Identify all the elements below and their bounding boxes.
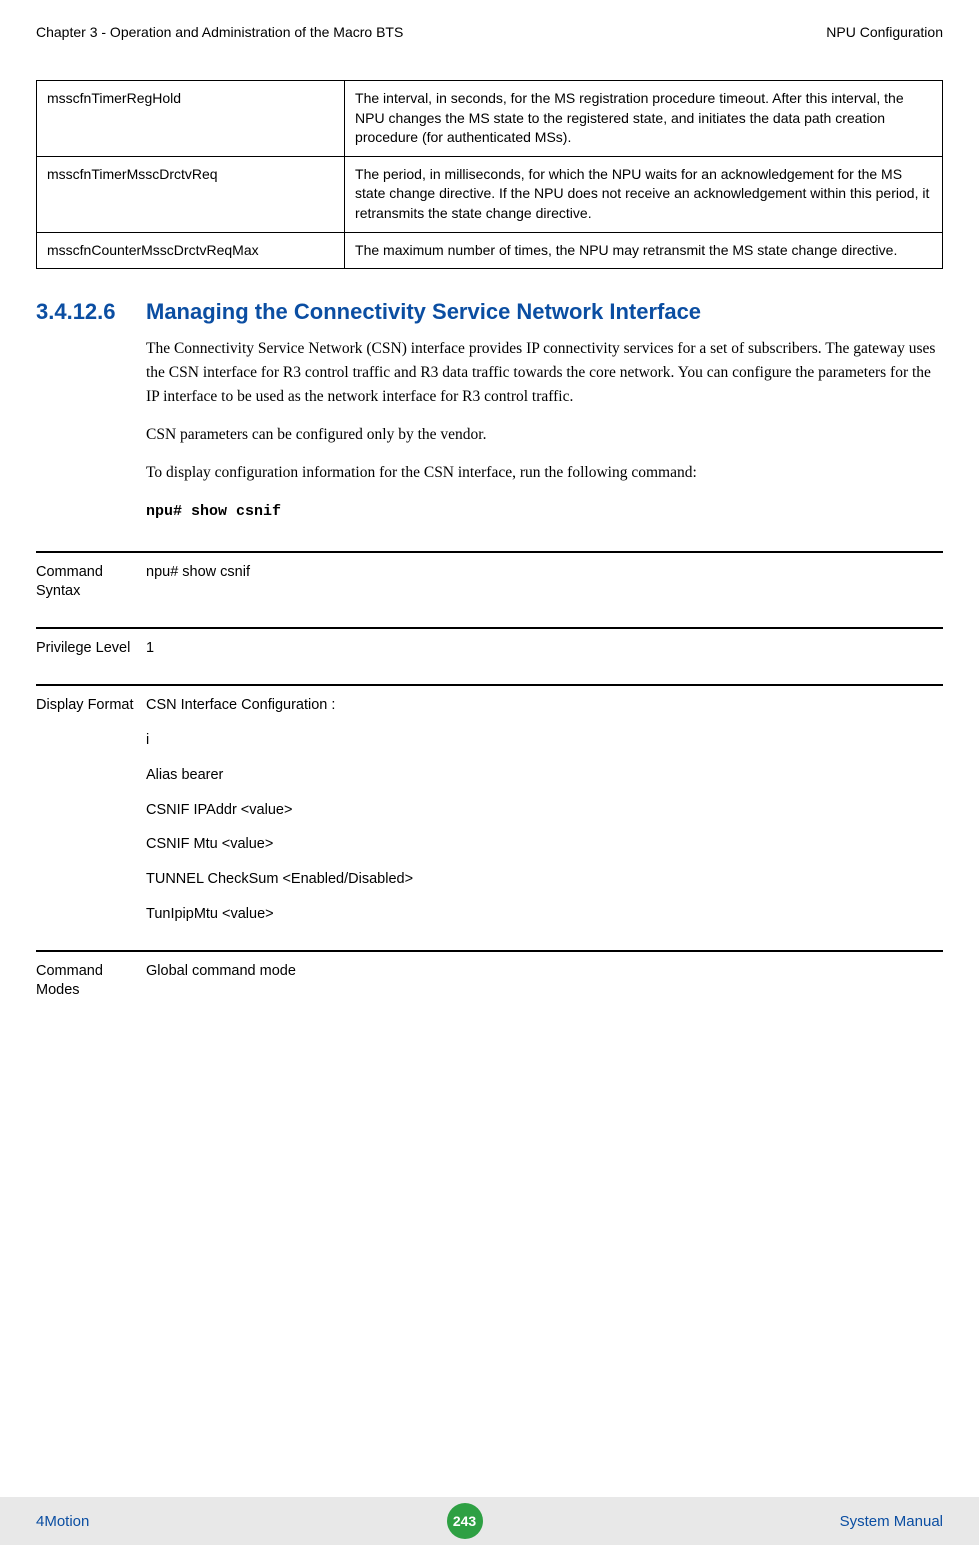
param-name: msscfnTimerMsscDrctvReq: [37, 156, 345, 232]
display-line: CSN Interface Configuration :: [146, 696, 413, 715]
page-number-badge: 243: [447, 1503, 483, 1539]
display-line: CSNIF Mtu <value>: [146, 835, 413, 854]
page-container: Chapter 3 - Operation and Administration…: [0, 0, 979, 1545]
display-line: Alias bearer: [146, 766, 413, 785]
command-line: npu# show csnif: [146, 499, 943, 523]
command-modes-row: Command Modes Global command mode: [36, 950, 943, 1000]
info-content: npu# show csnif: [146, 563, 250, 601]
command-syntax-row: Command Syntax npu# show csnif: [36, 551, 943, 601]
section-heading: 3.4.12.6 Managing the Connectivity Servi…: [36, 299, 943, 325]
paragraph: CSN parameters can be configured only by…: [146, 423, 943, 447]
display-format-row: Display Format CSN Interface Configurati…: [36, 684, 943, 924]
page-header: Chapter 3 - Operation and Administration…: [36, 24, 943, 40]
page-footer: 4Motion 243 System Manual: [0, 1497, 979, 1545]
header-right: NPU Configuration: [826, 24, 943, 40]
table-row: msscfnTimerRegHold The interval, in seco…: [37, 81, 943, 157]
info-label: Privilege Level: [36, 639, 146, 658]
footer-right: System Manual: [840, 1513, 943, 1530]
footer-left: 4Motion: [36, 1513, 89, 1530]
info-label: Command Syntax: [36, 563, 146, 601]
section-title: Managing the Connectivity Service Networ…: [146, 299, 701, 325]
paragraph: The Connectivity Service Network (CSN) i…: [146, 337, 943, 409]
info-block: Command Syntax npu# show csnif Privilege…: [36, 551, 943, 999]
info-label: Display Format: [36, 696, 146, 924]
display-line: TunIpipMtu <value>: [146, 905, 413, 924]
section-number: 3.4.12.6: [36, 299, 146, 325]
display-line: CSNIF IPAddr <value>: [146, 801, 413, 820]
param-desc: The maximum number of times, the NPU may…: [345, 232, 943, 269]
info-content: 1: [146, 639, 154, 658]
privilege-level-row: Privilege Level 1: [36, 627, 943, 658]
table-row: msscfnTimerMsscDrctvReq The period, in m…: [37, 156, 943, 232]
info-content: Global command mode: [146, 962, 296, 1000]
command-text: npu# show csnif: [146, 503, 281, 520]
param-name: msscfnCounterMsscDrctvReqMax: [37, 232, 345, 269]
table-row: msscfnCounterMsscDrctvReqMax The maximum…: [37, 232, 943, 269]
param-name: msscfnTimerRegHold: [37, 81, 345, 157]
param-desc: The period, in milliseconds, for which t…: [345, 156, 943, 232]
paragraph: To display configuration information for…: [146, 461, 943, 485]
info-label: Command Modes: [36, 962, 146, 1000]
header-left: Chapter 3 - Operation and Administration…: [36, 24, 403, 40]
display-line: i: [146, 731, 413, 750]
param-desc: The interval, in seconds, for the MS reg…: [345, 81, 943, 157]
parameter-table: msscfnTimerRegHold The interval, in seco…: [36, 80, 943, 269]
display-line: TUNNEL CheckSum <Enabled/Disabled>: [146, 870, 413, 889]
info-content: CSN Interface Configuration : i Alias be…: [146, 696, 413, 924]
